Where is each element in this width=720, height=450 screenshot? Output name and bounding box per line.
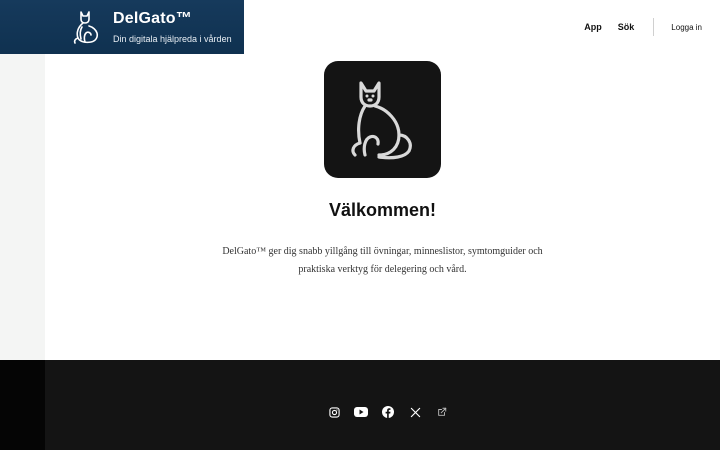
footer-left-rail bbox=[0, 360, 45, 450]
facebook-icon[interactable] bbox=[381, 405, 395, 419]
main-nav: App Sök Logga in bbox=[584, 0, 720, 54]
welcome-description: DelGato™ ger dig snabb yillgång till övn… bbox=[222, 246, 543, 275]
brand-name: DelGato™ bbox=[113, 10, 192, 27]
social-links bbox=[327, 405, 462, 419]
brand-tagline: Din digitala hjälpreda i vården bbox=[113, 34, 232, 44]
instagram-icon[interactable] bbox=[327, 405, 341, 419]
cat-logo-icon bbox=[72, 9, 100, 45]
welcome-title: Välkommen! bbox=[328, 200, 437, 220]
youtube-icon[interactable] bbox=[354, 405, 368, 419]
site-header: DelGato™ Din digitala hjälpreda i vården… bbox=[0, 0, 720, 54]
hero-cat-icon bbox=[324, 61, 441, 178]
nav-divider bbox=[653, 18, 655, 36]
site-footer bbox=[0, 360, 720, 450]
nav-app-link[interactable]: App bbox=[584, 22, 602, 32]
brand[interactable]: DelGato™ Din digitala hjälpreda i vården bbox=[0, 0, 244, 54]
nav-search-link[interactable]: Sök bbox=[618, 22, 635, 32]
left-rail bbox=[0, 0, 45, 360]
login-link[interactable]: Logga in bbox=[671, 23, 702, 32]
external-link-icon[interactable] bbox=[435, 405, 449, 419]
x-icon[interactable] bbox=[408, 405, 422, 419]
